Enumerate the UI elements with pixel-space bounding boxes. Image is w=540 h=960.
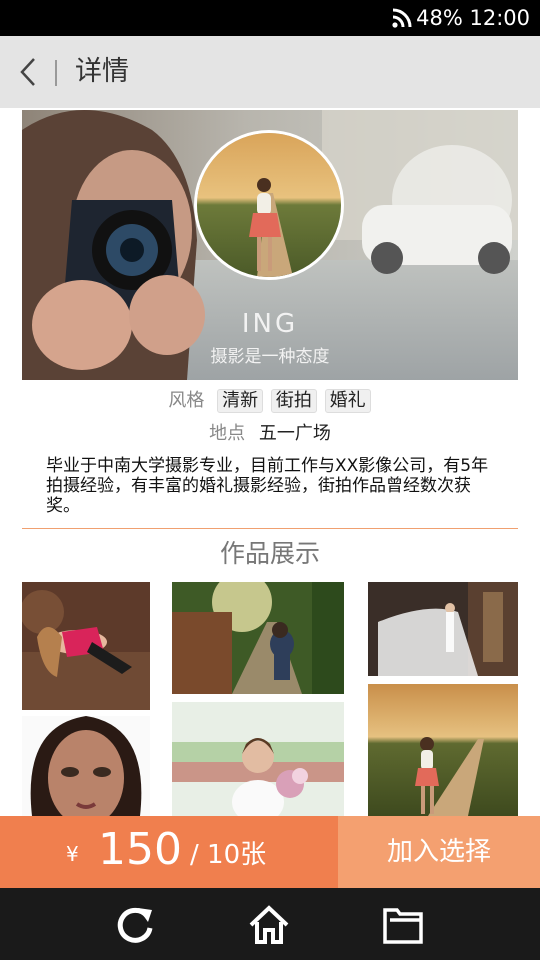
purchase-bar: ¥ 150 / 10张 加入选择 xyxy=(0,816,540,888)
gallery-photo[interactable] xyxy=(172,582,344,694)
clock: 12:00 xyxy=(469,6,530,30)
gallery-photo[interactable] xyxy=(368,684,518,816)
detail-content[interactable]: ING 摄影是一种态度 风格 清新 街拍 婚礼 地点 五一广场 毕业于中南大学摄… xyxy=(22,110,518,816)
gallery-photo[interactable] xyxy=(172,702,344,816)
location-row: 地点 五一广场 xyxy=(22,421,518,447)
folder-icon[interactable] xyxy=(382,904,424,946)
style-tag[interactable]: 婚礼 xyxy=(324,389,371,413)
status-text: 48% 12:00 xyxy=(416,5,530,31)
style-row: 风格 清新 街拍 婚礼 xyxy=(22,388,518,414)
photographer-bio: 毕业于中南大学摄影专业，目前工作与XX影像公司，有5年拍摄经验，有丰富的婚礼摄影… xyxy=(46,456,489,516)
gallery-photo[interactable] xyxy=(22,716,150,816)
gallery-photo[interactable] xyxy=(368,582,518,676)
back-arrow-icon[interactable] xyxy=(14,56,44,88)
price-box: ¥ 150 / 10张 xyxy=(0,816,338,888)
add-to-selection-button[interactable]: 加入选择 xyxy=(338,816,540,888)
status-bar: 48% 12:00 xyxy=(0,0,540,36)
section-divider xyxy=(22,528,518,529)
location-label: 地点 xyxy=(209,423,246,444)
gallery-photo[interactable] xyxy=(22,582,150,710)
style-tag[interactable]: 街拍 xyxy=(270,389,317,413)
wifi-icon xyxy=(392,8,412,28)
profile-hero: ING 摄影是一种态度 xyxy=(22,110,518,380)
nav-divider xyxy=(55,60,57,86)
location-value: 五一广场 xyxy=(258,423,331,444)
photographer-motto: 摄影是一种态度 xyxy=(210,347,330,367)
refresh-icon[interactable] xyxy=(114,904,156,946)
price-amount: 150 xyxy=(98,824,182,875)
avatar-image xyxy=(197,133,341,277)
avatar[interactable] xyxy=(194,130,344,280)
price-unit: / 10张 xyxy=(190,840,267,870)
page-title: 详情 xyxy=(75,56,129,87)
nav-bar: 详情 xyxy=(0,36,540,108)
style-label: 风格 xyxy=(168,390,205,411)
battery-percent: 48% xyxy=(416,6,463,30)
currency-symbol: ¥ xyxy=(66,842,79,866)
gallery-title: 作品展示 xyxy=(219,539,320,568)
style-tag[interactable]: 清新 xyxy=(217,389,264,413)
photographer-name: ING xyxy=(241,309,299,339)
home-icon[interactable] xyxy=(248,904,290,946)
bottom-nav xyxy=(0,888,540,960)
